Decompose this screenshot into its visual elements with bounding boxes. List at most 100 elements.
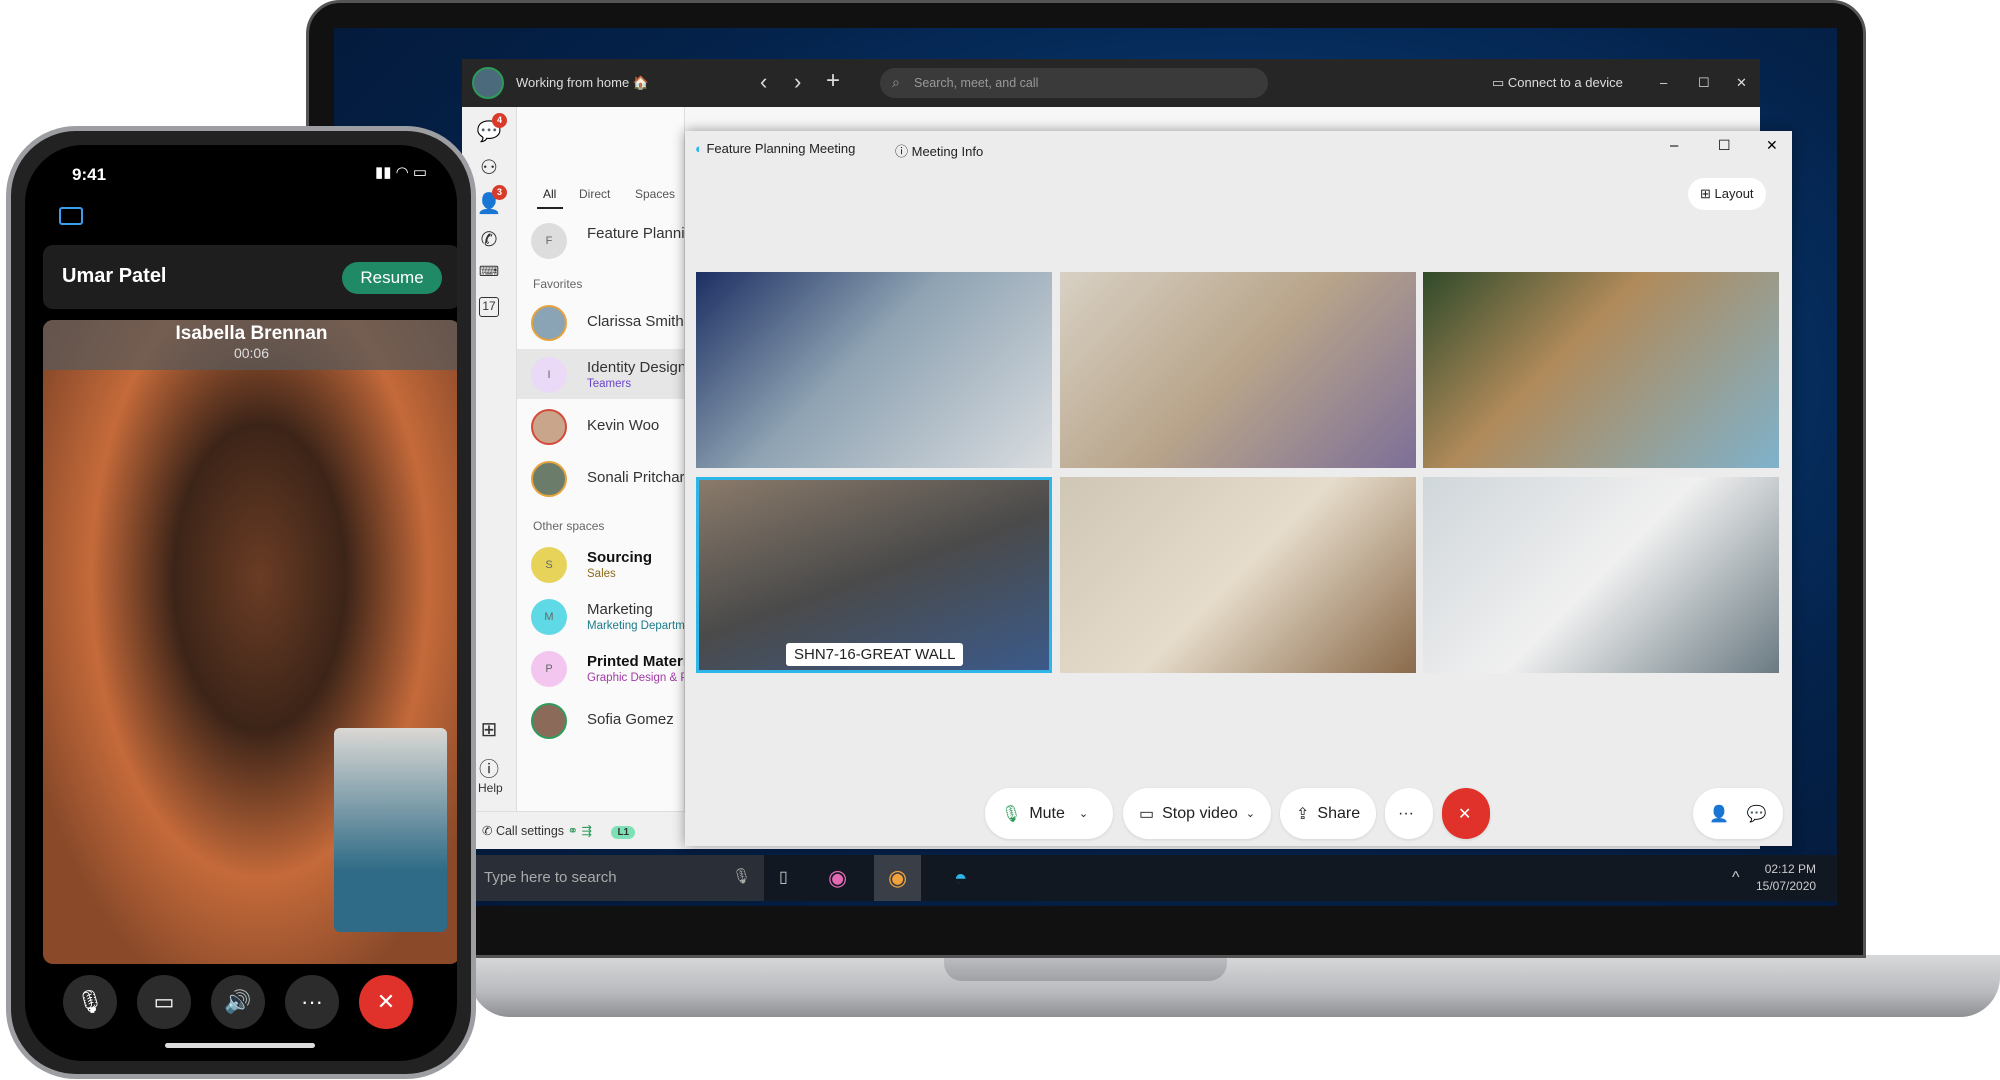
tab-all[interactable]: All xyxy=(543,187,556,201)
taskbar-search-text: Type here to search xyxy=(484,869,617,886)
resume-button[interactable]: Resume xyxy=(342,262,442,294)
held-call-card: Umar Patel Resume xyxy=(43,245,457,309)
close-icon[interactable]: ✕ xyxy=(1736,75,1747,91)
messaging-icon[interactable]: 💬 4 xyxy=(476,113,507,145)
calendar-day: 17 xyxy=(482,299,496,313)
meeting-window: ◐ Feature Planning Meeting ⓘ Meeting Inf… xyxy=(685,131,1792,846)
video-tile[interactable] xyxy=(1423,272,1779,468)
avatar xyxy=(531,461,567,497)
webex-taskbar-icon[interactable]: ◉ xyxy=(828,865,847,891)
avatar xyxy=(531,409,567,445)
laptop-base xyxy=(470,955,2000,1017)
stop-video-button[interactable]: ▭ Stop video ⌄ xyxy=(1123,788,1271,839)
meeting-title-text: Feature Planning Meeting xyxy=(706,141,856,156)
microphone-button[interactable]: 🎙 xyxy=(63,975,117,1029)
camera-icon: ▭ xyxy=(1139,805,1155,823)
chevron-down-icon[interactable]: ⌄ xyxy=(1246,807,1255,820)
help-label[interactable]: Help xyxy=(478,781,503,795)
help-icon[interactable]: ⓘ xyxy=(476,753,502,781)
connect-device-button[interactable]: ▭ Connect to a device xyxy=(1492,75,1623,91)
call-settings-bar[interactable]: ✆ Call settings ⚭ ⇶ L1 xyxy=(462,811,685,849)
home-indicator xyxy=(165,1043,315,1048)
list-item[interactable]: Kevin Woo xyxy=(517,401,684,451)
participants-icon[interactable]: 👤 xyxy=(1709,804,1729,824)
self-view-video[interactable] xyxy=(334,728,447,932)
list-item[interactable]: Sofia Gomez xyxy=(517,695,684,745)
layout-button[interactable]: ⊞ Layout xyxy=(1688,178,1766,210)
apps-icon[interactable]: ⊞ xyxy=(476,717,502,743)
plus-icon[interactable]: + xyxy=(826,67,840,95)
forward-icon[interactable]: › xyxy=(794,69,801,95)
video-tile[interactable] xyxy=(696,272,1052,468)
chevron-down-icon[interactable]: ⌄ xyxy=(1079,807,1088,820)
end-call-button[interactable]: ✕ xyxy=(359,975,413,1029)
close-icon[interactable]: ✕ xyxy=(1766,137,1778,154)
share-button[interactable]: ⇪ Share xyxy=(1280,788,1376,839)
task-view-icon[interactable]: ▯ xyxy=(779,867,788,887)
clock[interactable]: 02:12 PM 15/07/2020 xyxy=(1756,861,1816,895)
meeting-info-button[interactable]: ⓘ Meeting Info xyxy=(895,141,983,160)
more-button[interactable]: ··· xyxy=(285,975,339,1029)
list-item[interactable]: I Identity Design Teamers xyxy=(517,349,684,399)
item-name: Sofia Gomez xyxy=(587,711,674,728)
maximize-icon[interactable]: ☐ xyxy=(1698,75,1710,91)
stop-video-label: Stop video xyxy=(1162,804,1238,822)
status-time: 9:41 xyxy=(72,165,107,184)
mute-label: Mute xyxy=(1029,804,1065,822)
avatar: P xyxy=(531,651,567,687)
list-item[interactable]: Sonali Pritchard xyxy=(517,453,684,503)
list-item[interactable]: S Sourcing Sales xyxy=(517,539,684,589)
item-name: Clarissa Smith xyxy=(587,313,684,330)
search-input[interactable]: ⌕ Search, meet, and call xyxy=(880,68,1268,98)
maximize-icon[interactable]: ☐ xyxy=(1718,137,1731,154)
user-avatar[interactable] xyxy=(472,67,504,99)
multitasking-icon[interactable] xyxy=(59,207,83,225)
webex-meetings-taskbar-icon[interactable]: ◉ xyxy=(874,855,922,901)
video-tile[interactable] xyxy=(1423,477,1779,673)
video-button[interactable]: ▭ xyxy=(137,975,191,1029)
phone: 9:41 ▮▮ ◠ ▭ Umar Patel Resume Isabella B… xyxy=(6,126,476,1079)
more-button[interactable]: ··· xyxy=(1385,788,1433,839)
minimize-icon[interactable]: – xyxy=(1670,137,1678,154)
list-item[interactable]: P Printed Materials Graphic Design & Print xyxy=(517,643,684,693)
chat-icon[interactable]: 💬 xyxy=(1747,804,1767,824)
video-tile[interactable] xyxy=(1060,477,1416,673)
line-badge[interactable]: L1 xyxy=(611,826,636,839)
video-tile[interactable] xyxy=(1060,272,1416,468)
item-name: Marketing xyxy=(587,601,653,618)
tab-spaces[interactable]: Spaces xyxy=(635,187,675,201)
edge-icon[interactable]: ◓ xyxy=(954,865,967,891)
spaces-list: All Direct Spaces F Feature Planning Favo… xyxy=(517,107,685,849)
caller-header: Isabella Brennan 00:06 xyxy=(43,320,457,370)
tab-direct[interactable]: Direct xyxy=(579,187,610,201)
chevron-up-icon[interactable]: ^ xyxy=(1732,869,1740,887)
status-text[interactable]: Working from home 🏠 xyxy=(516,75,649,91)
laptop-screen: Working from home 🏠 ‹ › + ⌕ Search, meet,… xyxy=(334,28,1837,906)
webex-logo-icon: ◐ xyxy=(695,141,703,156)
speaker-button[interactable]: 🔊 xyxy=(211,975,265,1029)
microphone-icon: 🎙 xyxy=(1001,805,1022,823)
video-tile-selected[interactable]: SHN7-16-GREAT WALL xyxy=(696,477,1052,673)
item-name: Kevin Woo xyxy=(587,417,660,434)
phone-icon[interactable]: ✆ xyxy=(476,227,502,253)
item-sub: Teamers xyxy=(587,378,632,390)
calendar-icon[interactable]: 17 xyxy=(479,297,499,317)
avatar xyxy=(531,305,567,341)
teams-icon[interactable]: ⚇ xyxy=(476,155,502,181)
back-icon[interactable]: ‹ xyxy=(760,69,767,95)
voicemail-icon[interactable]: ⌨ xyxy=(476,263,502,289)
list-item[interactable]: M Marketing Marketing Department xyxy=(517,591,684,641)
mute-button[interactable]: 🎙 Mute ⌄ xyxy=(985,788,1113,839)
minimize-icon[interactable]: – xyxy=(1660,75,1667,90)
share-icon: ⇪ xyxy=(1296,805,1310,823)
avatar: S xyxy=(531,547,567,583)
section-label: Favorites xyxy=(533,277,583,291)
microphone-icon[interactable]: 🎙 xyxy=(732,867,751,885)
avatar: M xyxy=(531,599,567,635)
call-settings-label: Call settings xyxy=(495,824,565,838)
list-item[interactable]: Clarissa Smith xyxy=(517,297,684,347)
end-call-button[interactable]: ✕ xyxy=(1442,788,1490,839)
list-item[interactable]: F Feature Planning xyxy=(517,215,684,265)
contacts-icon[interactable]: 👤 3 xyxy=(476,185,507,217)
section-label: Other spaces xyxy=(533,519,605,533)
